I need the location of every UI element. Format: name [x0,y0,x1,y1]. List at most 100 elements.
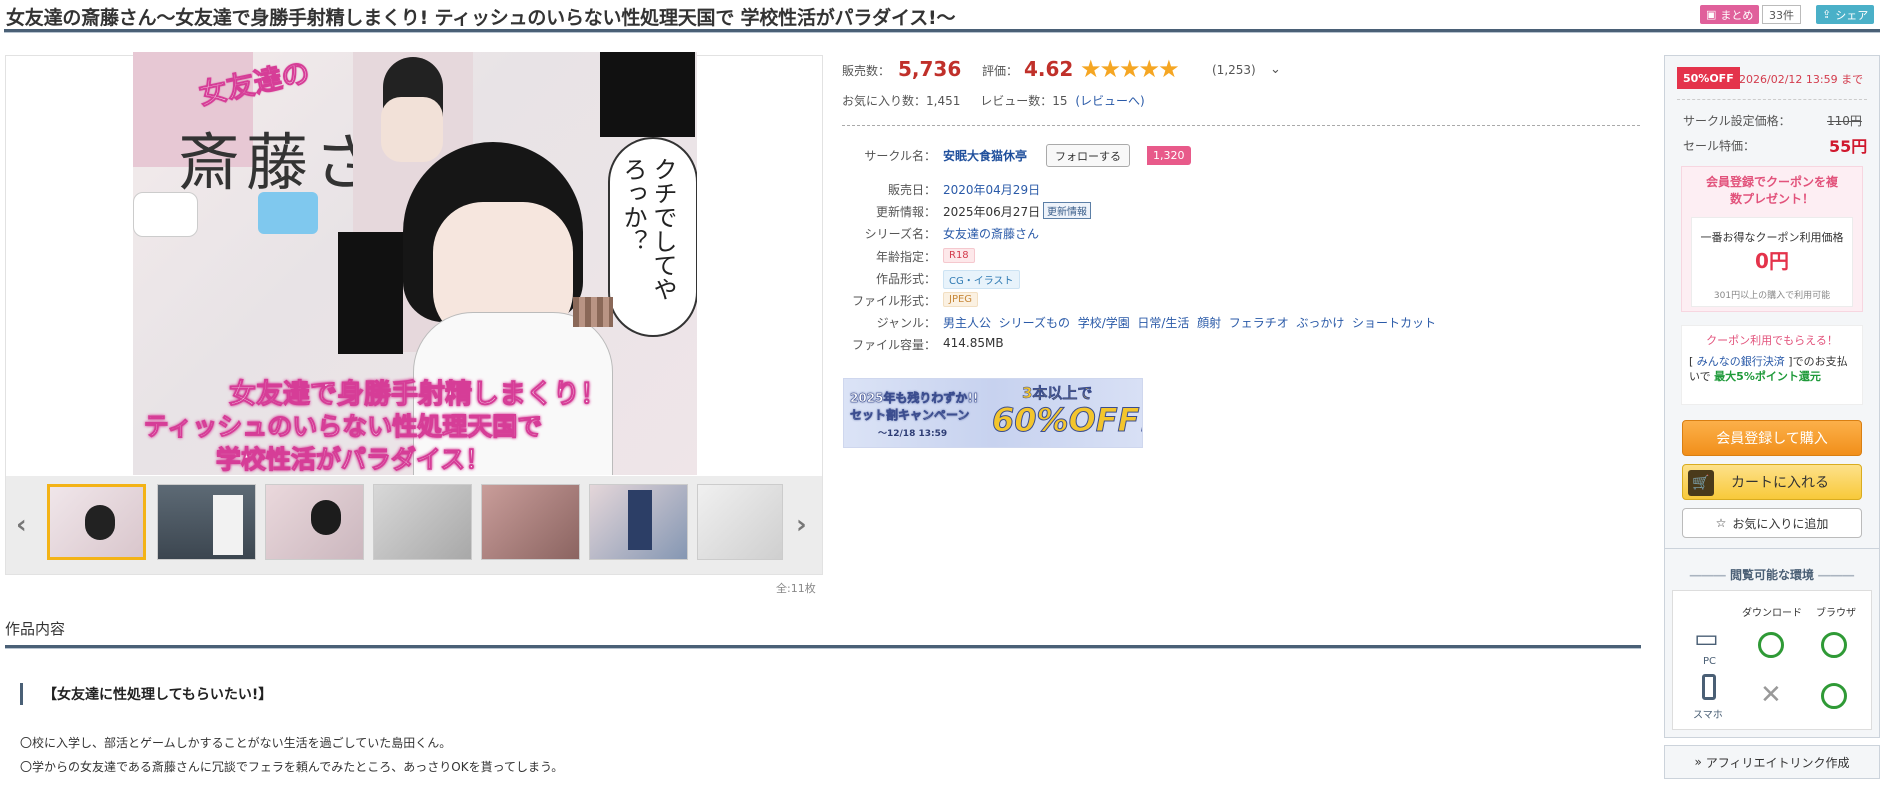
reviews-label: レビュー数： [980,94,1053,108]
rating-label: 評価： [982,64,1019,78]
title-divider-thin [4,32,1880,33]
cover-speech-bubble: クチでしてやろっか？ [608,137,697,337]
thumbnail-3[interactable] [265,484,364,560]
affiliate-label: アフィリエイトリンク作成 [1705,755,1850,770]
favorites-line: お気に入り数：1,451 レビュー数：15 (レビューへ) [842,92,1145,109]
genre-tag[interactable]: フェラチオ [1229,316,1289,330]
follow-button[interactable]: フォローする [1046,144,1130,167]
banner-line-5: 60%OFF! [991,401,1143,440]
double-chevron-icon: » [1694,755,1702,769]
rating-count: (1,253) [1212,63,1256,77]
pay-reward: 最大5%ポイント還元 [1714,370,1821,383]
series-label: シリーズ名： [864,227,936,241]
circle-name-link[interactable]: 安眠大食猫休亭 [943,147,1027,164]
genre-label: ジャンル： [876,316,936,330]
genre-tag[interactable]: 顔射 [1197,316,1221,330]
next-arrow-icon[interactable]: › [796,510,807,540]
section-divider-thin [5,648,1641,649]
genre-tag[interactable]: 日常/生活 [1137,316,1189,330]
genre-list: 男主人公 シリーズもの 学校/学園 日常/生活 顔射 フェラチオ ぶっかけ ショ… [943,314,1436,331]
smartphone-icon [1702,674,1716,700]
format-badge[interactable]: CG・イラスト [943,270,1020,289]
env-col-browser: ブラウザ [1816,608,1856,619]
genre-tag[interactable]: ショートカット [1352,316,1436,330]
thumbnail-1[interactable] [47,484,146,560]
coupon-price: 0円 [1755,249,1789,273]
file-format-badge[interactable]: JPEG [943,292,979,307]
age-label: 年齢指定： [875,250,936,264]
coupon-best-label: 一番お得なクーポン利用価格 [1700,231,1844,244]
share-label: シェア [1835,8,1869,22]
env-row-pc: PC [1703,656,1717,667]
regular-price: 110円 [1827,114,1862,128]
series-link[interactable]: 女友達の斎藤さん [943,225,1039,242]
genre-tag[interactable]: ぶっかけ [1296,316,1344,330]
release-date-link[interactable]: 2020年04月29日 [943,181,1040,198]
thumbnail-2[interactable] [157,484,256,560]
genre-tag[interactable]: 男主人公 [943,316,991,330]
phone-browser-ok-icon [1821,683,1847,709]
cover-caption-3: 学校性活がパラダイス！ [215,445,491,475]
chevron-down-icon[interactable]: ⌄ [1270,62,1281,77]
sale-until: 2026/02/12 13:59 まで [1739,73,1864,86]
thumbnail-6[interactable] [589,484,688,560]
update-date: 2025年06月27日 [943,205,1041,219]
pc-browser-ok-icon [1821,632,1847,658]
age-badge[interactable]: R18 [943,248,975,263]
size-value: 414.85MB [943,336,1004,350]
size-label: ファイル容量： [851,338,936,352]
banner-line-3: 〜12/18 13:59 [878,429,948,439]
main-image[interactable]: 女友達の 斎藤さん クチでしてやろっか？ 女友達で身勝手射精しまくり！ ティッシ… [133,52,697,475]
add-favorite-button[interactable]: ☆ お気に入りに追加 [1682,508,1862,538]
bank-payment-link[interactable]: みんなの銀行決済 [1697,355,1785,368]
environment-title-text: 閲覧可能な環境 [1729,568,1814,582]
update-info-button[interactable]: 更新情報 [1043,202,1091,219]
env-col-download: ダウンロード [1742,608,1802,619]
thumbnail-5[interactable] [481,484,580,560]
genre-tag[interactable]: 学校/学園 [1078,316,1130,330]
pc-download-ok-icon [1758,632,1784,658]
sales-value: 5,736 [898,57,962,81]
image-count: 全:11枚 [776,582,816,595]
payment-promo-text: [ みんなの銀行決済 ]でのお支払いで 最大5%ポイント還元 [1689,354,1857,384]
sales-label: 販売数： [842,64,891,78]
genre-tag[interactable]: シリーズもの [999,316,1070,330]
rating-value: 4.62 [1024,57,1074,81]
environment-title: ――― 閲覧可能な環境 ――― [1689,568,1855,582]
content-paragraph: 〇校に入学し、部活とゲームしかすることがない生活を過ごしていた島田くん。 [20,736,452,750]
cover-caption-2: ティッシュのいらない性処理天国で [143,412,543,442]
matome-count: 33件 [1762,5,1801,24]
coupon-note: 301円以上の購入で利用可能 [1713,291,1831,301]
regular-price-label: サークル設定価格： [1683,114,1791,128]
affiliate-link-button[interactable]: » アフィリエイトリンク作成 [1664,745,1880,779]
panel-divider [1677,99,1867,100]
favorites-value: 1,451 [926,94,961,108]
section-title: 作品内容 [5,620,66,638]
bookmark-icon: ▣ [1706,8,1717,21]
stats-divider [842,125,1640,126]
phone-download-ng-icon: ✕ [1760,680,1782,710]
env-row-phone: スマホ [1693,710,1723,721]
content-paragraph: 〇学からの女友達である斎藤さんに冗談でフェラを頼んでみたところ、あっさりOKを貰… [20,760,564,774]
banner-line-4: 3本以上で [1022,384,1093,403]
thumbnail-4[interactable] [373,484,472,560]
cover-caption-1: 女友達で身勝手射精しまくり！ [229,379,608,411]
follow-count: 1,320 [1147,146,1191,165]
content-subheading: 【女友達に性処理してもらいたい!】 [20,683,272,705]
campaign-banner[interactable]: 2025年も残りわずか!! セット割キャンペーン 〜12/18 13:59 3本… [843,378,1143,448]
release-label: 販売日： [887,183,936,197]
coupon-use-title: クーポン利用でもらえる！ [1706,334,1838,347]
share-button[interactable]: ⇪ シェア [1816,5,1875,24]
prev-arrow-icon[interactable]: ‹ [16,510,27,540]
banner-line-1: 2025年も残りわずか!! [850,391,979,406]
page-title: 女友達の斎藤さん〜女友達で身勝手射精しまくり! ティッシュのいらない性処理天国で… [6,7,956,29]
register-and-buy-button[interactable]: 会員登録して購入 [1682,420,1862,456]
cart-icon: 🛒 [1688,470,1714,496]
add-favorite-label: お気に入りに追加 [1732,516,1829,531]
matome-label: まとめ [1720,8,1754,22]
reviews-link[interactable]: (レビューへ) [1075,94,1144,108]
thumbnail-7[interactable] [697,484,783,560]
circle-label: サークル名： [864,149,936,163]
matome-button[interactable]: ▣ まとめ [1700,5,1760,24]
reviews-value: 15 [1052,94,1068,108]
